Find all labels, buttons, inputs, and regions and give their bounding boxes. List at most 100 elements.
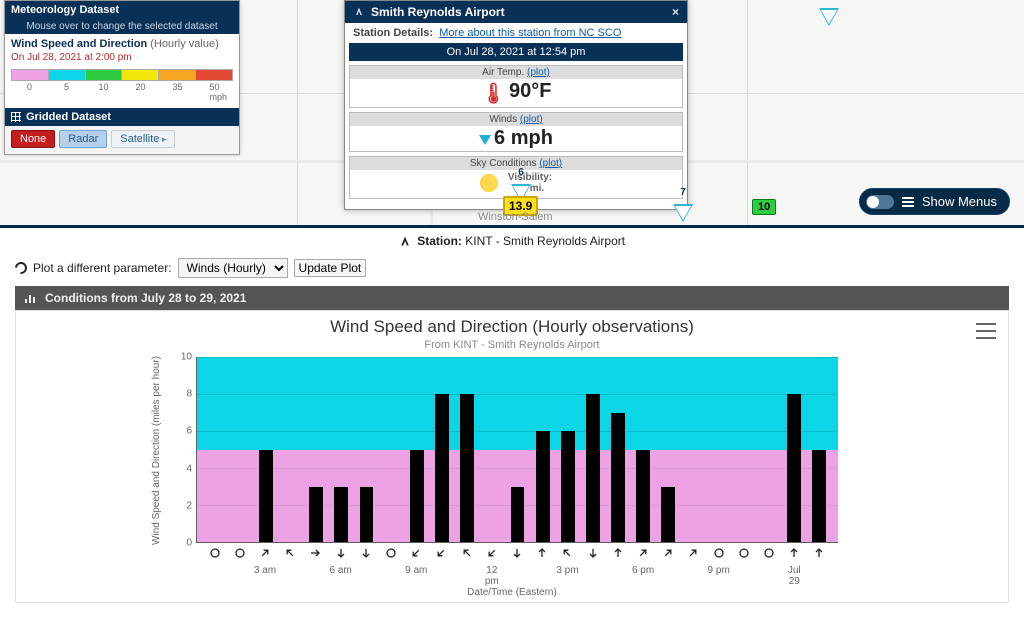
x-axis-label: Date/Time (Eastern) [26, 585, 998, 598]
hamburger-icon [902, 197, 914, 207]
wind-dir-icon [555, 545, 580, 561]
air-temp-value: 90°F [509, 80, 551, 102]
chart-subtitle: From KINT - Smith Reynolds Airport [26, 337, 998, 357]
air-temp-label: Air Temp. [482, 67, 524, 78]
meteorology-dataset-title: Meteorology Dataset [5, 1, 239, 19]
x-tick [504, 565, 529, 577]
legend-param-type: (Hourly value) [150, 38, 218, 50]
bar[interactable] [460, 394, 474, 542]
legend-param-name: Wind Speed and Direction [11, 38, 147, 50]
x-tick: 3 am [252, 565, 277, 577]
x-tick: 3 pm [555, 565, 580, 577]
grid-icon [11, 112, 21, 122]
wind-dir-icon [227, 545, 252, 561]
wind-dir-icon [303, 545, 328, 561]
chart-title: Wind Speed and Direction (Hourly observa… [26, 317, 998, 337]
x-tick: 9 pm [706, 565, 731, 577]
x-tick [756, 565, 781, 577]
station-details-link[interactable]: More about this station from NC SCO [439, 27, 621, 39]
wind-dir-icon [353, 545, 378, 561]
bar[interactable] [309, 487, 323, 543]
station-tower-icon [353, 6, 365, 18]
bar[interactable] [787, 394, 801, 542]
plot-param-label: Plot a different parameter: [33, 261, 172, 275]
bar[interactable] [360, 487, 374, 543]
gridded-radar-button[interactable]: Radar [59, 130, 107, 148]
gridded-none-button[interactable]: None [11, 130, 55, 148]
winds-plot-link[interactable]: (plot) [520, 114, 543, 125]
gridded-dataset-title: Gridded Dataset [5, 108, 239, 126]
map-wind-marker[interactable]: 7 [673, 204, 693, 226]
wind-dir-icon [706, 545, 731, 561]
bar[interactable] [661, 487, 675, 543]
wind-dir-icon [630, 545, 655, 561]
bar[interactable] [812, 450, 826, 543]
chart-panel: Wind Speed and Direction (Hourly observa… [15, 310, 1009, 603]
winds-value: 6 mph [494, 127, 553, 149]
toggle-switch-icon [866, 195, 894, 209]
y-axis-ticks: 0246810 [168, 357, 192, 543]
bar[interactable] [511, 487, 525, 543]
wind-dir-icon [580, 545, 605, 561]
station-popup: Smith Reynolds Airport × Station Details… [344, 0, 688, 210]
bar[interactable] [435, 394, 449, 542]
wind-dir-icon [605, 545, 630, 561]
sun-icon [480, 174, 498, 192]
refresh-icon[interactable] [13, 260, 30, 277]
x-tick [580, 565, 605, 577]
meteorology-dataset-panel: Meteorology Dataset Mouse over to change… [4, 0, 240, 155]
x-tick [530, 565, 555, 577]
popup-title: Smith Reynolds Airport [371, 5, 505, 19]
x-tick: 12 pm [479, 565, 504, 577]
map-wind-marker[interactable]: 6 [819, 8, 839, 30]
update-plot-button[interactable]: Update Plot [294, 259, 367, 277]
plot-param-select[interactable]: Winds (Hourly) [178, 258, 288, 278]
legend-unit: mph [11, 92, 233, 102]
x-tick: 9 am [404, 565, 429, 577]
x-tick [656, 565, 681, 577]
bar[interactable] [334, 487, 348, 543]
x-tick [303, 565, 328, 577]
wind-dir-icon [782, 545, 807, 561]
wind-dir-icon [202, 545, 227, 561]
x-tick: 6 pm [630, 565, 655, 577]
station-bar-code: KINT - Smith Reynolds Airport [465, 234, 625, 248]
wind-dir-icon [731, 545, 756, 561]
x-tick [378, 565, 403, 577]
chart-menu-button[interactable] [976, 323, 996, 339]
x-tick: 6 am [328, 565, 353, 577]
chart-plot-area [196, 357, 838, 543]
x-axis-ticks: 3 am6 am9 am12 pm3 pm6 pm9 pmJul 29 [196, 565, 838, 577]
bar[interactable] [561, 431, 575, 542]
conditions-bar: Conditions from July 28 to 29, 2021 [15, 286, 1009, 310]
x-tick [681, 565, 706, 577]
bar[interactable] [536, 431, 550, 542]
popup-header: Smith Reynolds Airport × [345, 1, 687, 23]
x-axis: 3 am6 am9 am12 pm3 pm6 pm9 pmJul 29 [196, 543, 838, 585]
bar[interactable] [586, 394, 600, 542]
station-details-label: Station Details: [353, 27, 433, 39]
bar[interactable] [259, 450, 273, 543]
show-menus-button[interactable]: Show Menus [859, 188, 1010, 215]
gridded-button-row: None Radar Satellite [5, 126, 239, 154]
plot-controls: Plot a different parameter: Winds (Hourl… [0, 258, 1024, 286]
gridded-dataset-label: Gridded Dataset [26, 111, 111, 123]
x-tick [278, 565, 303, 577]
wind-dir-icon [807, 545, 832, 561]
sky-plot-link[interactable]: (plot) [539, 158, 562, 169]
gridded-satellite-button[interactable]: Satellite [111, 130, 175, 148]
map-area[interactable]: Meteorology Dataset Mouse over to change… [0, 0, 1024, 228]
map-green-marker[interactable]: 10 [752, 199, 776, 215]
wind-dir-icon [681, 545, 706, 561]
x-tick [605, 565, 630, 577]
station-tower-icon [399, 235, 411, 247]
bar[interactable] [636, 450, 650, 543]
bar[interactable] [611, 413, 625, 543]
legend-hint: Mouse over to change the selected datase… [5, 19, 239, 34]
air-temp-plot-link[interactable]: (plot) [527, 67, 550, 78]
y-axis-label: Wind Speed and Direction (miles per hour… [150, 357, 162, 543]
popup-close-button[interactable]: × [672, 5, 679, 19]
direction-indicators [196, 545, 838, 561]
x-tick [429, 565, 454, 577]
bar[interactable] [410, 450, 424, 543]
